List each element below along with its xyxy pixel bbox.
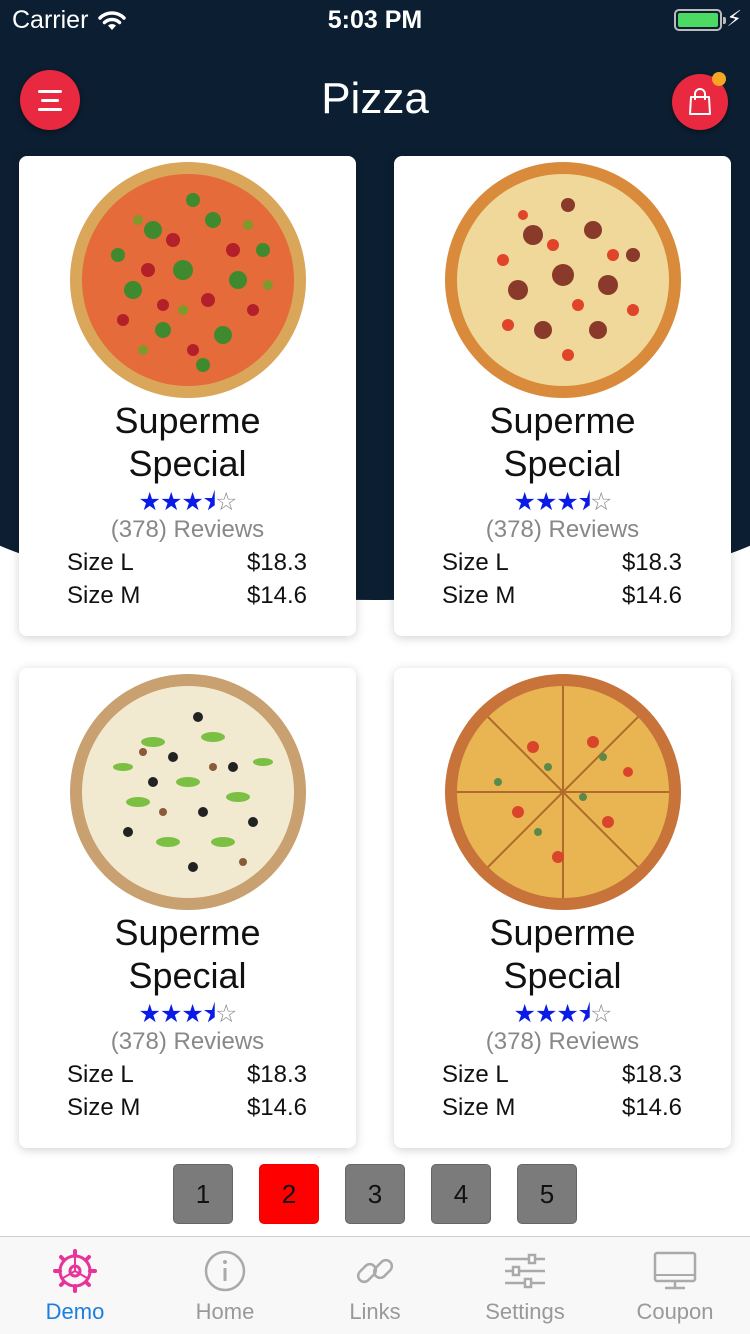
price: $14.6	[621, 1094, 682, 1121]
pizza-image	[70, 674, 306, 910]
battery-level	[678, 13, 718, 27]
link-icon	[356, 1258, 394, 1284]
rating-stars: ★★★⯨☆	[138, 488, 238, 516]
tab-home[interactable]: Home	[150, 1237, 300, 1334]
page-button-4[interactable]: 4	[431, 1164, 491, 1224]
product-card[interactable]: Superme Special ★★★⯨☆ (378) Reviews Size…	[19, 156, 356, 636]
monitor-icon	[653, 1251, 697, 1290]
tab-label: Demo	[45, 1299, 105, 1324]
size-label: Size L	[442, 549, 509, 576]
info-icon	[204, 1250, 246, 1292]
page-button-2[interactable]: 2	[259, 1164, 319, 1224]
size-m-row: Size M $14.6	[442, 1094, 682, 1122]
page-button-3[interactable]: 3	[345, 1164, 405, 1224]
product-card[interactable]: Superme Special ★★★⯨☆ (378) Reviews Size…	[394, 156, 731, 636]
sliders-icon	[505, 1253, 545, 1289]
size-label: Size M	[67, 1094, 141, 1121]
product-name: Superme Special	[489, 912, 636, 996]
status-time: 5:03 PM	[327, 6, 423, 34]
size-m-row: Size M $14.6	[67, 582, 307, 610]
tab-demo[interactable]: Demo	[0, 1237, 150, 1334]
size-l-row: Size L $18.3	[442, 549, 682, 577]
product-name: Superme Special	[114, 912, 261, 996]
pizza-image	[445, 162, 681, 398]
review-count: (378) Reviews	[485, 516, 640, 543]
charging-bolt-icon: ⚡︎	[726, 6, 742, 31]
rating-stars: ★★★⯨☆	[138, 1000, 238, 1028]
size-label: Size L	[442, 1061, 509, 1088]
price: $14.6	[621, 582, 682, 609]
page-button-5[interactable]: 5	[517, 1164, 577, 1224]
size-label: Size M	[67, 582, 141, 609]
tab-links[interactable]: Links	[300, 1237, 450, 1334]
page-title: Pizza	[321, 74, 429, 123]
size-label: Size L	[67, 549, 134, 576]
tab-coupon[interactable]: Coupon	[600, 1237, 750, 1334]
app-screen: Carrier 5:03 PM ⚡︎ Pizza Superme Special…	[0, 0, 750, 1334]
tab-label: Coupon	[636, 1299, 714, 1324]
tab-bar: Demo Home Links Settings Coupon	[0, 1236, 750, 1334]
pagination: 1 2 3 4 5	[0, 1164, 750, 1224]
price: $18.3	[621, 549, 682, 576]
price: $18.3	[621, 1061, 682, 1088]
rating-stars: ★★★⯨☆	[513, 1000, 613, 1028]
review-count: (378) Reviews	[110, 1028, 265, 1055]
size-label: Size L	[67, 1061, 134, 1088]
product-name: Superme Special	[114, 400, 261, 484]
rating-stars: ★★★⯨☆	[513, 488, 613, 516]
battery-icon	[674, 9, 726, 31]
cart-button[interactable]	[672, 72, 728, 130]
price: $14.6	[246, 582, 307, 609]
tab-label: Links	[349, 1299, 401, 1324]
product-card[interactable]: Superme Special ★★★⯨☆ (378) Reviews Size…	[19, 668, 356, 1148]
gear-icon	[53, 1249, 97, 1293]
size-label: Size M	[442, 582, 516, 609]
price: $18.3	[246, 1061, 307, 1088]
size-l-row: Size L $18.3	[67, 549, 307, 577]
shopping-bag-icon	[689, 88, 711, 115]
size-l-row: Size L $18.3	[67, 1061, 307, 1089]
pizza-image	[70, 162, 306, 398]
product-card[interactable]: Superme Special ★★★⯨☆ (378) Reviews Size…	[394, 668, 731, 1148]
tab-label: Settings	[485, 1299, 565, 1324]
size-m-row: Size M $14.6	[67, 1094, 307, 1122]
size-m-row: Size M $14.6	[442, 582, 682, 610]
cart-badge	[712, 72, 726, 86]
tab-settings[interactable]: Settings	[450, 1237, 600, 1334]
product-name: Superme Special	[489, 400, 636, 484]
price: $18.3	[246, 549, 307, 576]
size-label: Size M	[442, 1094, 516, 1121]
review-count: (378) Reviews	[110, 516, 265, 543]
tab-label: Home	[195, 1299, 255, 1324]
page-button-1[interactable]: 1	[173, 1164, 233, 1224]
review-count: (378) Reviews	[485, 1028, 640, 1055]
status-bar: Carrier 5:03 PM ⚡︎	[0, 0, 750, 40]
pizza-image	[445, 674, 681, 910]
size-l-row: Size L $18.3	[442, 1061, 682, 1089]
price: $14.6	[246, 1094, 307, 1121]
